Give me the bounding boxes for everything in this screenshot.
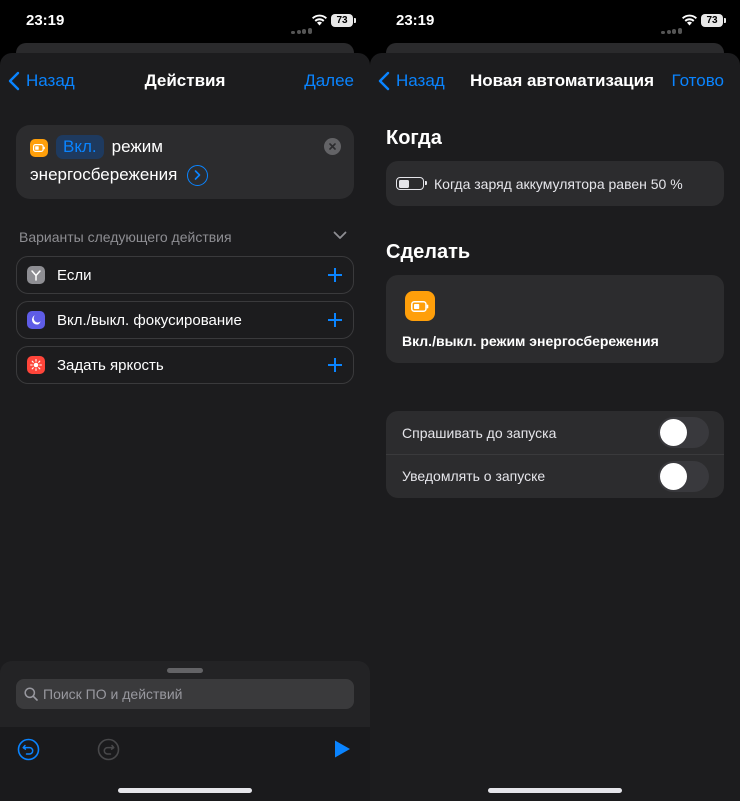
action-card: Вкл. режим энергосбережения: [16, 125, 354, 199]
notify-on-run-label: Уведомлять о запуске: [402, 468, 546, 484]
trigger-row[interactable]: Когда заряд аккумулятора равен 50 %: [386, 161, 724, 206]
action-text-mode: режим: [111, 137, 163, 156]
do-section-title: Сделать: [386, 241, 471, 263]
do-action-label: Вкл./выкл. режим энергосбережения: [402, 333, 659, 349]
add-icon[interactable]: [328, 268, 342, 282]
new-automation-screen: 23:19 73 Назад Новая автоматизация Готов…: [370, 0, 740, 801]
add-icon[interactable]: [328, 313, 342, 327]
battery-icon: 73: [331, 14, 356, 27]
ask-before-run-toggle[interactable]: [658, 417, 709, 448]
done-button[interactable]: Готово: [672, 71, 725, 91]
cellular-icon: [291, 16, 313, 34]
wifi-icon: [312, 14, 327, 26]
search-field[interactable]: [16, 679, 354, 709]
actions-screen: 23:19 73 Назад Действия Далее Вкл. режим…: [0, 0, 370, 801]
remove-action-button[interactable]: [324, 138, 341, 155]
close-icon: [329, 143, 336, 150]
battery-level: 73: [336, 15, 348, 26]
status-bar: 23:19 73: [0, 0, 370, 44]
suggestion-label: Если: [57, 266, 92, 284]
trigger-card[interactable]: Когда заряд аккумулятора равен 50 %: [386, 161, 724, 206]
branch-icon: [27, 266, 45, 284]
automation-sheet: Назад Новая автоматизация Готово Когда К…: [370, 53, 740, 801]
search-panel: [0, 661, 370, 801]
drag-handle[interactable]: [167, 668, 203, 673]
home-indicator[interactable]: [118, 788, 252, 793]
run-options-card: Спрашивать до запуска Уведомлять о запус…: [386, 411, 724, 498]
do-action-card[interactable]: Вкл./выкл. режим энергосбережения: [386, 275, 724, 363]
search-input[interactable]: [43, 686, 333, 702]
run-button[interactable]: [330, 737, 354, 761]
action-text-saver: энергосбережения: [30, 165, 178, 184]
suggestion-label: Задать яркость: [57, 356, 164, 374]
battery-app-icon: [30, 139, 48, 157]
suggestion-label: Вкл./выкл. фокусирование: [57, 311, 242, 329]
expand-parameters-button[interactable]: [187, 164, 209, 186]
next-button[interactable]: Далее: [304, 71, 354, 91]
chevron-down-icon: [333, 231, 347, 239]
ask-before-run-row: Спрашивать до запуска: [386, 411, 724, 454]
next-action-suggestions-header[interactable]: Варианты следующего действия: [19, 229, 347, 249]
chevron-right-icon: [195, 169, 201, 180]
battery-icon: 73: [701, 14, 726, 27]
undo-icon: [17, 738, 39, 760]
notify-on-run-toggle[interactable]: [658, 460, 709, 492]
cellular-icon: [661, 16, 683, 34]
suggestions-title: Варианты следующего действия: [19, 229, 232, 245]
actions-sheet: Назад Действия Далее Вкл. режим энергосб…: [0, 53, 370, 801]
undo-button[interactable]: [16, 737, 40, 761]
suggestion-brightness[interactable]: Задать яркость: [16, 346, 354, 384]
ask-before-run-label: Спрашивать до запуска: [402, 424, 557, 441]
redo-icon: [97, 738, 119, 760]
moon-icon: [27, 311, 45, 329]
notify-on-run-row: Уведомлять о запуске: [386, 454, 724, 497]
redo-button[interactable]: [96, 737, 120, 761]
status-time: 23:19: [396, 12, 435, 29]
suggestion-if[interactable]: Если: [16, 256, 354, 294]
when-section-title: Когда: [386, 127, 442, 149]
nav-bar: Назад Действия Далее: [0, 53, 370, 109]
operation-token[interactable]: Вкл.: [56, 135, 104, 159]
play-icon: [335, 740, 350, 758]
status-bar: 23:19 73: [370, 0, 740, 44]
action-line-1: Вкл. режим: [56, 135, 163, 159]
battery-half-icon: [396, 177, 427, 190]
home-indicator[interactable]: [488, 788, 622, 793]
suggestion-focus[interactable]: Вкл./выкл. фокусирование: [16, 301, 354, 339]
wifi-icon: [682, 14, 697, 26]
battery-level: 73: [706, 15, 718, 26]
status-time: 23:19: [26, 12, 65, 29]
nav-bar: Назад Новая автоматизация Готово: [370, 53, 740, 109]
trigger-label: Когда заряд аккумулятора равен 50 %: [434, 175, 683, 192]
battery-app-icon: [405, 291, 435, 321]
add-icon[interactable]: [328, 358, 342, 372]
sun-icon: [27, 356, 45, 374]
action-line-2: энергосбережения: [30, 163, 209, 187]
search-icon: [24, 687, 38, 701]
